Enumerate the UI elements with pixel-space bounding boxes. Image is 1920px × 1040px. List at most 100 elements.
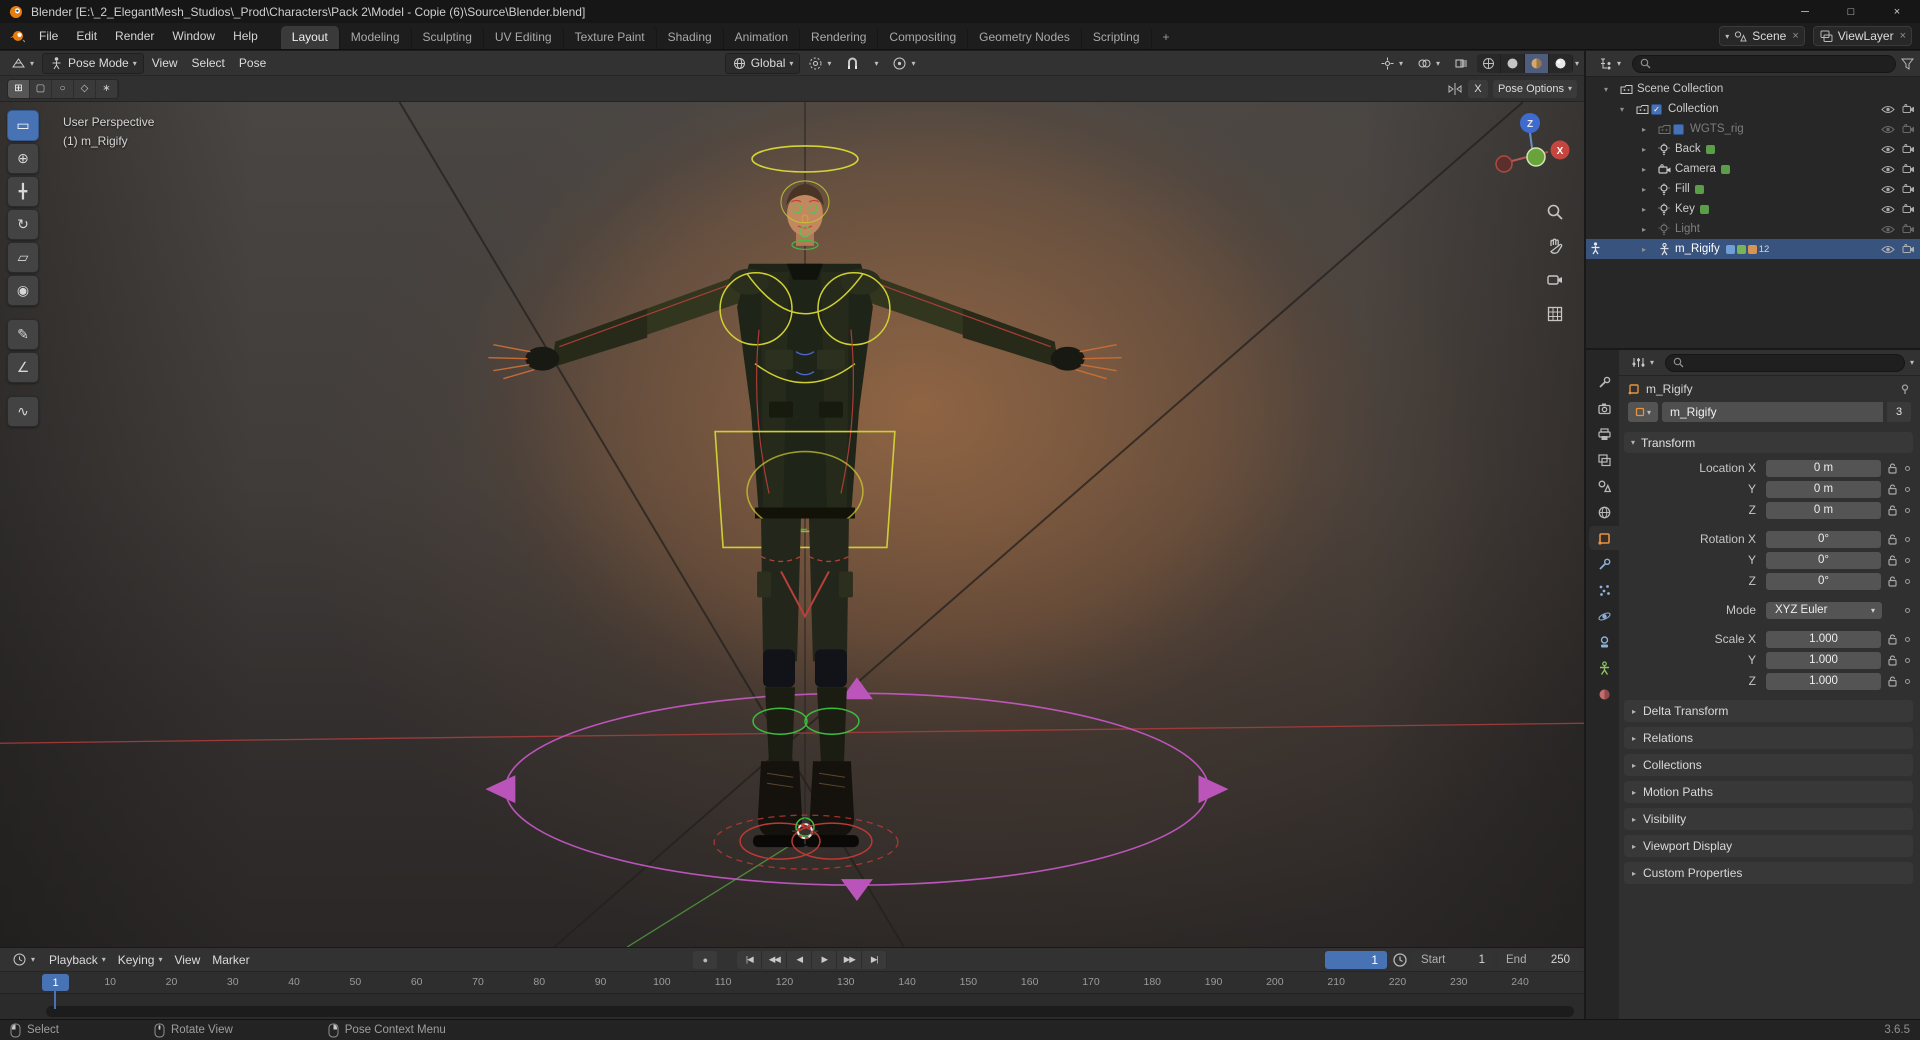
lock-icon[interactable] (1885, 675, 1900, 687)
disclosure-arrow[interactable]: ▸ (1642, 165, 1655, 174)
panel-section-header[interactable]: ▸ Visibility (1624, 808, 1913, 830)
disclosure-arrow[interactable]: ▸ (1642, 225, 1655, 234)
timeline-body[interactable]: 1102030405060708090100110120130140150160… (0, 972, 1584, 1019)
panel-section-header[interactable]: ▸ Relations (1624, 727, 1913, 749)
workspace-tab[interactable]: UV Editing (484, 26, 564, 49)
animate-dot[interactable] (1902, 465, 1913, 471)
disable-render-camera-icon[interactable] (1902, 104, 1915, 114)
gizmo-y-axis[interactable] (1526, 147, 1546, 167)
timeline-menu-item[interactable]: Playback ▾ (43, 951, 112, 969)
outliner-row[interactable]: ▸ WGTS_rig (1586, 119, 1920, 139)
hide-viewport-eye-icon[interactable] (1881, 225, 1895, 234)
menubar-item[interactable]: Render (106, 27, 163, 45)
measure-tool[interactable]: ∠ (7, 352, 39, 383)
hide-viewport-eye-icon[interactable] (1881, 205, 1895, 214)
auto-keying-button[interactable]: ● (693, 950, 718, 969)
overlays-dropdown[interactable]: ▾ (1411, 54, 1446, 73)
value-field[interactable]: 1.000 (1766, 651, 1881, 669)
timeline-ruler[interactable]: 1102030405060708090100110120130140150160… (0, 972, 1584, 994)
collection-checkbox[interactable]: ✓ (1651, 103, 1662, 115)
animate-dot[interactable] (1902, 486, 1913, 492)
viewport-menu-item[interactable]: Select (186, 54, 231, 72)
panel-section-header[interactable]: ▸ Motion Paths (1624, 781, 1913, 803)
disable-render-camera-icon[interactable] (1902, 144, 1915, 154)
blender-menu-icon[interactable] (8, 28, 26, 44)
workspace-tab[interactable]: Scripting (1082, 26, 1152, 49)
workspace-tab[interactable]: Animation (724, 26, 801, 49)
material-tab[interactable] (1589, 682, 1619, 706)
disable-render-camera-icon[interactable] (1902, 124, 1915, 134)
camera-view-button[interactable] (1543, 268, 1567, 292)
pose-options-dropdown[interactable]: Pose Options ▾ (1492, 79, 1577, 98)
toggle-ortho-button[interactable] (1543, 302, 1567, 326)
menubar-item[interactable]: File (30, 27, 67, 45)
shading-material-button[interactable] (1524, 53, 1549, 73)
select-mode-lasso[interactable]: ◇ (74, 79, 96, 98)
disable-render-camera-icon[interactable] (1902, 224, 1915, 234)
modifiers-tab[interactable] (1589, 552, 1619, 576)
rotate-tool[interactable]: ↻ (7, 209, 39, 240)
menubar-item[interactable]: Edit (67, 27, 106, 45)
outliner-row[interactable]: ▸ Light (1586, 219, 1920, 239)
render-tab[interactable] (1589, 396, 1619, 420)
disable-render-camera-icon[interactable] (1902, 184, 1915, 194)
pose-breakdowner-tool[interactable]: ∿ (7, 396, 39, 427)
lock-icon[interactable] (1885, 633, 1900, 645)
jump-to-start-button[interactable]: |◀ (737, 950, 763, 969)
timeline-menu-item[interactable]: View (168, 951, 206, 969)
mirror-x-toggle[interactable]: X (1467, 79, 1488, 98)
shading-rendered-button[interactable] (1549, 53, 1573, 73)
pan-hand-button[interactable] (1543, 234, 1567, 258)
viewport-canvas[interactable]: ▭ ⊕ ╋ ↻ ▱ ◉ ✎ ∠ ∿ User Perspective (1) m_Rigify … (0, 102, 1584, 947)
shading-wireframe-button[interactable] (1477, 53, 1501, 73)
scene-tab[interactable] (1589, 474, 1619, 498)
timeline-scrollbar[interactable] (46, 1006, 1574, 1017)
lock-icon[interactable] (1885, 504, 1900, 516)
value-field[interactable]: 0° (1766, 551, 1881, 569)
disclosure-arrow[interactable]: ▸ (1642, 205, 1655, 214)
outliner-row[interactable]: ▸ Key (1586, 199, 1920, 219)
lock-icon[interactable] (1885, 575, 1900, 587)
properties-editor-type-button[interactable]: ▾ (1625, 353, 1660, 372)
hide-viewport-eye-icon[interactable] (1881, 105, 1895, 114)
outliner-row[interactable]: ▸ m_Rigify 12 (1586, 239, 1920, 259)
world-tab[interactable] (1589, 500, 1619, 524)
cursor-tool[interactable]: ⊕ (7, 143, 39, 174)
panel-section-header[interactable]: ▸ Viewport Display (1624, 835, 1913, 857)
disable-render-camera-icon[interactable] (1902, 204, 1915, 214)
value-field[interactable]: 1.000 (1766, 630, 1881, 648)
hide-viewport-eye-icon[interactable] (1881, 245, 1895, 254)
disable-render-camera-icon[interactable] (1902, 244, 1915, 254)
frame-start-field[interactable]: Start 1 (1413, 950, 1493, 969)
viewlayer-unlink-icon[interactable]: × (1898, 30, 1906, 42)
animate-dot[interactable] (1902, 507, 1913, 513)
current-frame-field[interactable]: 1 (1325, 950, 1387, 969)
transform-orientation-dropdown[interactable]: Global ▾ (724, 52, 801, 74)
playhead[interactable]: 1 (42, 974, 69, 991)
play-reverse-button[interactable]: ◀ (787, 950, 813, 969)
zoom-button[interactable] (1543, 200, 1567, 224)
xray-toggle[interactable] (1448, 54, 1475, 73)
object-tab[interactable] (1589, 526, 1619, 550)
move-tool[interactable]: ╋ (7, 176, 39, 207)
animate-dot[interactable] (1902, 678, 1913, 684)
prev-keyframe-button[interactable]: ◀◀ (762, 950, 788, 969)
minimize-button[interactable]: ─ (1782, 0, 1828, 23)
workspace-tab[interactable]: Rendering (800, 26, 879, 49)
transform-tool[interactable]: ◉ (7, 275, 39, 306)
workspace-tab[interactable]: Shading (657, 26, 724, 49)
select-box-tool[interactable]: ▭ (7, 110, 39, 141)
workspace-tab[interactable]: Modeling (340, 26, 412, 49)
menubar-item[interactable]: Window (163, 27, 224, 45)
outliner-row[interactable]: ▾ ✓ Collection (1586, 99, 1920, 119)
particles-tab[interactable] (1589, 578, 1619, 602)
object-data-tab[interactable] (1589, 656, 1619, 680)
scale-tool[interactable]: ▱ (7, 242, 39, 273)
disclosure-arrow[interactable]: ▾ (1620, 105, 1633, 114)
outliner-row[interactable]: ▸ Back (1586, 139, 1920, 159)
lock-icon[interactable] (1885, 554, 1900, 566)
mode-dropdown[interactable]: Pose Mode ▾ (42, 52, 144, 74)
frame-end-field[interactable]: End 250 (1498, 950, 1578, 969)
proportional-editing-toggle[interactable]: ▾ (886, 54, 921, 73)
hide-viewport-eye-icon[interactable] (1881, 125, 1895, 134)
